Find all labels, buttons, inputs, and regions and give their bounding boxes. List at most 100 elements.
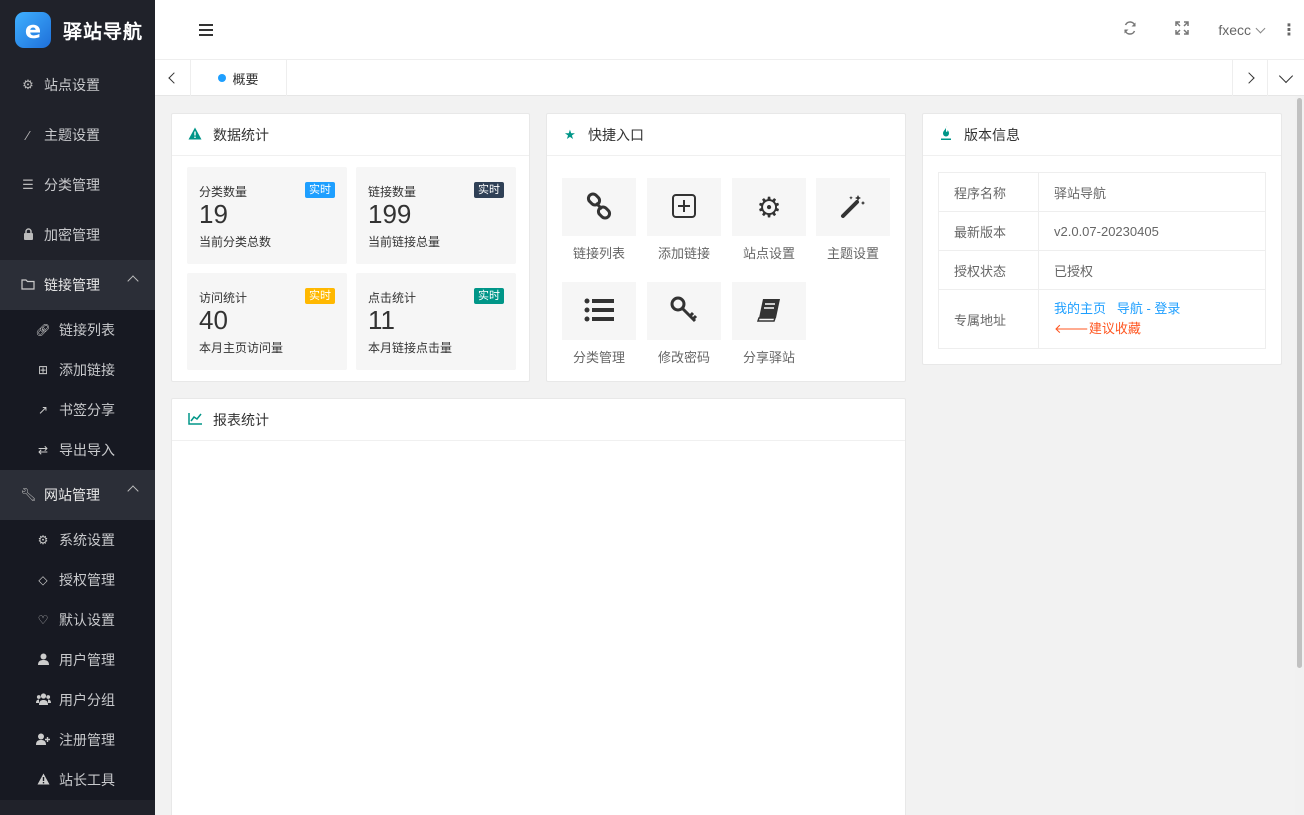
realtime-badge: 实时 — [305, 182, 335, 198]
sidebar-item-category[interactable]: ☰ 分类管理 — [0, 160, 155, 210]
sidebar-subitem-label: 添加链接 — [59, 362, 115, 378]
sidebar-item-website[interactable]: 🔧︎ 网站管理 — [0, 470, 155, 520]
stat-label: 分类数量 — [199, 185, 248, 199]
tab-overview[interactable]: 概要 — [191, 60, 287, 96]
book-icon — [755, 296, 783, 327]
content-scrollbar[interactable] — [1295, 96, 1304, 815]
sidebar-subitem-registration[interactable]: 注册管理 — [0, 720, 155, 760]
arrow-left-icon: 🡐 — [1054, 321, 1089, 336]
quick-category[interactable]: 分类管理 — [562, 282, 636, 366]
sidebar-subitem-label: 默认设置 — [59, 612, 115, 628]
sidebar-subitem-bookmark-share[interactable]: ↗ 书签分享 — [0, 390, 155, 430]
link-icon: 🔗︎ — [35, 323, 51, 337]
sidebar-item-label: 站点设置 — [44, 77, 100, 93]
fullscreen-icon[interactable] — [1156, 21, 1208, 39]
sidebar-item-label: 分类管理 — [44, 177, 100, 193]
row-value: 我的主页 导航 - 登录 🡐建议收藏 — [1038, 289, 1266, 349]
menu-toggle-icon[interactable] — [199, 24, 213, 36]
row-key: 授权状态 — [938, 250, 1039, 290]
sidebar-item-label: 主题设置 — [44, 127, 100, 143]
card-header: 数据统计 — [172, 114, 529, 156]
nav-login-link[interactable]: 导航 - 登录 — [1117, 301, 1181, 316]
sidebar-subitem-users[interactable]: 用户管理 — [0, 640, 155, 680]
card-title: 报表统计 — [213, 411, 269, 428]
line-chart-icon — [187, 412, 203, 428]
sidebar-subitem-system[interactable]: ⚙ 系统设置 — [0, 520, 155, 560]
cogs-icon: ⚙ — [37, 533, 49, 547]
top-header: fxecc ⋮ — [155, 0, 1304, 60]
heart-icon: ♡ — [37, 613, 49, 627]
tab-bar: 概要 — [155, 60, 1304, 96]
sidebar-item-links[interactable]: 链接管理 — [0, 260, 155, 310]
quick-label: 分类管理 — [572, 350, 625, 365]
stat-label: 链接数量 — [368, 185, 417, 199]
row-key: 最新版本 — [938, 211, 1039, 251]
retweet-icon: ⇄ — [37, 443, 49, 457]
tab-scroll-left-button[interactable] — [155, 60, 191, 96]
sidebar-subitem-add-link[interactable]: ⊞ 添加链接 — [0, 350, 155, 390]
stat-caption: 本月主页访问量 — [199, 341, 284, 355]
stat-value: 19 — [199, 199, 228, 229]
sidebar-item-site-settings[interactable]: ⚙ 站点设置 — [0, 60, 155, 110]
table-row: 专属地址 我的主页 导航 - 登录 🡐建议收藏 — [938, 289, 1266, 349]
sidebar-subitem-license[interactable]: ◇ 授权管理 — [0, 560, 155, 600]
quick-label: 添加链接 — [657, 246, 710, 261]
report-card: 报表统计 — [171, 398, 906, 815]
sidebar-subitem-label: 用户分组 — [59, 692, 115, 708]
stat-value: 199 — [368, 199, 412, 229]
logo[interactable]: e 驿站导航 — [0, 0, 155, 60]
website-submenu: ⚙ 系统设置 ◇ 授权管理 ♡ 默认设置 用户管理 用户分组 注册管理 站长工具 — [0, 520, 155, 800]
logo-icon: e — [15, 12, 51, 48]
quick-label: 站点设置 — [742, 246, 795, 261]
stat-clicks: 点击统计 实时 11 本月链接点击量 — [356, 273, 516, 370]
card-title: 数据统计 — [213, 126, 269, 143]
stats-card: 数据统计 分类数量 实时 19 当前分类总数 链接数量 实时 199 当前链接总… — [171, 113, 530, 382]
quick-add-link[interactable]: 添加链接 — [647, 178, 721, 262]
refresh-icon[interactable] — [1104, 21, 1156, 39]
quick-change-password[interactable]: 修改密码 — [647, 282, 721, 366]
quick-site-settings[interactable]: ⚙ 站点设置 — [732, 178, 806, 262]
realtime-badge: 实时 — [474, 182, 504, 198]
tab-menu-button[interactable] — [1268, 60, 1304, 96]
sidebar-subitem-label: 链接列表 — [59, 322, 115, 338]
tab-scroll-right-button[interactable] — [1232, 60, 1268, 96]
scrollbar-thumb[interactable] — [1297, 98, 1302, 668]
sidebar-subitem-webmaster-tools[interactable]: 站长工具 — [0, 760, 155, 800]
username: fxecc — [1218, 22, 1251, 38]
sidebar-subitem-default[interactable]: ♡ 默认设置 — [0, 600, 155, 640]
user-menu[interactable]: fxecc — [1208, 22, 1274, 38]
chevron-up-icon — [127, 275, 139, 287]
stat-caption: 当前分类总数 — [199, 235, 272, 249]
quick-label: 主题设置 — [826, 246, 879, 261]
sidebar-subitem-link-list[interactable]: 🔗︎ 链接列表 — [0, 310, 155, 350]
sidebar-subitem-user-groups[interactable]: 用户分组 — [0, 680, 155, 720]
stat-visits: 访问统计 实时 40 本月主页访问量 — [187, 273, 347, 370]
header-actions: fxecc ⋮ — [1104, 0, 1304, 60]
table-row: 最新版本 v2.0.07-20230405 — [938, 211, 1266, 251]
plus-square-icon — [671, 193, 697, 222]
sidebar-subitem-label: 书签分享 — [59, 402, 115, 418]
sidebar-item-encryption[interactable]: 加密管理 — [0, 210, 155, 260]
sidebar-subitem-import-export[interactable]: ⇄ 导出导入 — [0, 430, 155, 470]
card-header: ★ 快捷入口 — [547, 114, 905, 156]
key-icon — [670, 296, 698, 327]
stat-category-count: 分类数量 实时 19 当前分类总数 — [187, 167, 347, 264]
sidebar-subitem-label: 用户管理 — [59, 652, 115, 668]
quick-label: 分享驿站 — [742, 350, 795, 365]
version-card: 版本信息 程序名称 驿站导航 最新版本 v2.0.07-20230405 授权状… — [922, 113, 1282, 365]
sidebar-item-theme-settings[interactable]: ⁄ 主题设置 — [0, 110, 155, 160]
wand-icon: ⁄ — [26, 127, 30, 143]
table-row: 程序名称 驿站导航 — [938, 172, 1266, 212]
sidebar-subitem-label: 导出导入 — [59, 442, 115, 458]
card-title: 版本信息 — [964, 126, 1020, 143]
quick-link-list[interactable]: 链接列表 — [562, 178, 636, 262]
more-vertical-icon[interactable]: ⋮ — [1274, 20, 1304, 40]
row-key: 程序名称 — [938, 172, 1039, 212]
stat-caption: 当前链接总量 — [368, 235, 441, 249]
my-home-link[interactable]: 我的主页 — [1054, 301, 1106, 316]
sidebar-subitem-label: 站长工具 — [59, 772, 115, 788]
users-icon — [35, 692, 51, 708]
quick-theme-settings[interactable]: 主题设置 — [816, 178, 890, 262]
gear-icon: ⚙ — [756, 191, 782, 223]
quick-share[interactable]: 分享驿站 — [732, 282, 806, 366]
